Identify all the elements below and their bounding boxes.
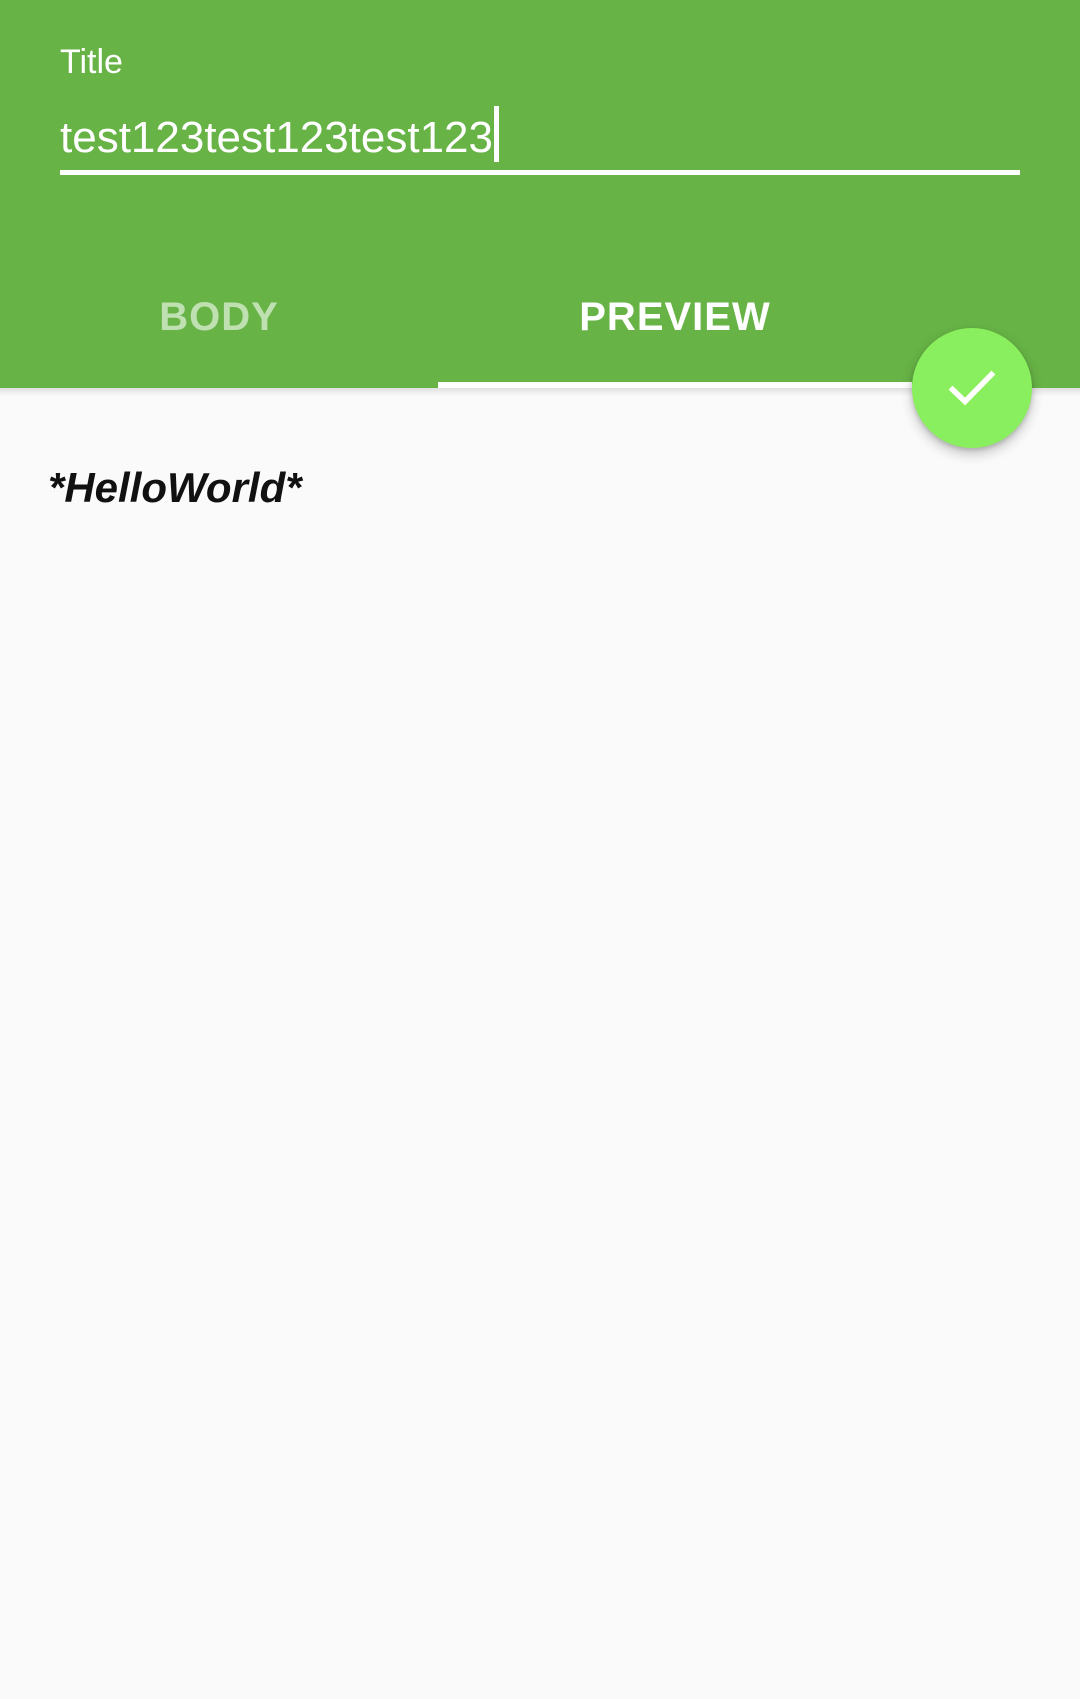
save-button[interactable] — [912, 328, 1032, 448]
check-icon — [948, 370, 996, 406]
text-cursor — [494, 106, 499, 162]
app-bar: Title test123test123test123 BODY PREVIEW — [0, 0, 1080, 388]
title-field-label: Title — [60, 43, 123, 81]
preview-content: *HelloWorld* — [48, 464, 302, 511]
tab-preview[interactable]: PREVIEW — [438, 270, 912, 388]
title-input-value: test123test123test123 — [60, 113, 493, 162]
title-input[interactable]: test123test123test123 — [60, 100, 1020, 175]
title-input-text: test123test123test123 — [60, 106, 499, 167]
editor-screen: Title test123test123test123 BODY PREVIEW… — [0, 0, 1080, 1699]
tab-body[interactable]: BODY — [0, 270, 438, 388]
